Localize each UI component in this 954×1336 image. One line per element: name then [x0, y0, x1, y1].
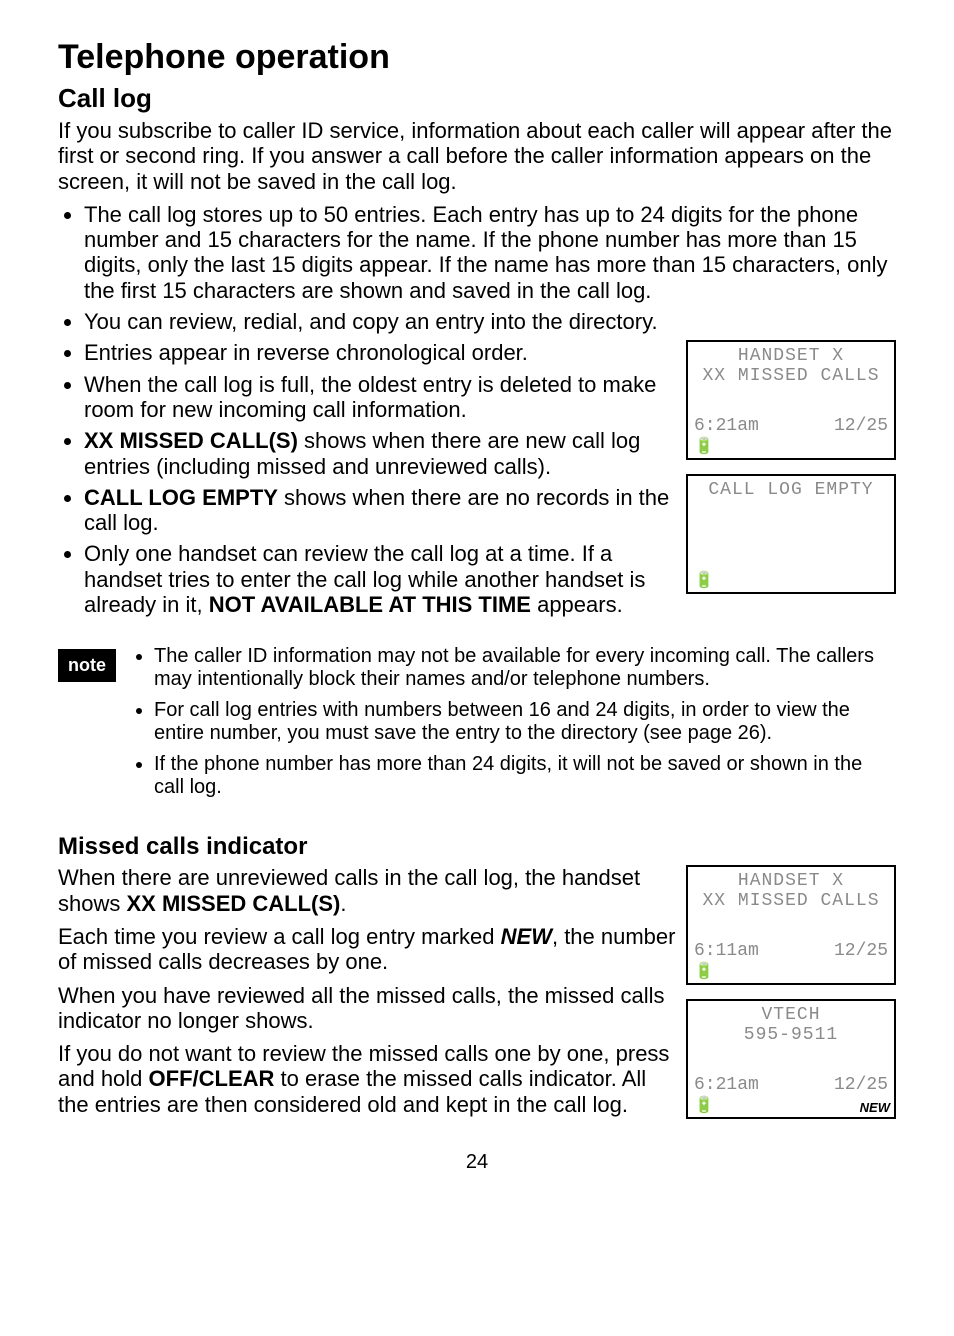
bullet-text: appears. — [531, 592, 623, 617]
bullet-list-top: The call log stores up to 50 entries. Ea… — [58, 202, 896, 334]
bullet-item: XX MISSED CALL(S) shows when there are n… — [84, 428, 676, 479]
lcd-line: HANDSET X — [694, 346, 888, 366]
lcd-line: 595-9511 — [694, 1025, 888, 1045]
bullet-item: Entries appear in reverse chronological … — [84, 340, 676, 365]
note-item: For call log entries with numbers betwee… — [154, 699, 896, 745]
bold-label: NOT AVAILABLE AT THIS TIME — [209, 592, 531, 617]
lcd-date: 12/25 — [834, 941, 888, 961]
text: . — [340, 891, 346, 916]
mc-paragraph: Each time you review a call log entry ma… — [58, 924, 676, 975]
lcd-screen-vtech: VTECH 595-9511 6:21am 12/25 🔋 NEW — [686, 999, 896, 1119]
bullet-item: When the call log is full, the oldest en… — [84, 372, 676, 423]
lcd-line: XX MISSED CALLS — [694, 891, 888, 911]
note-badge: note — [58, 649, 116, 682]
bold-label: XX MISSED CALL(S) — [84, 428, 298, 453]
lcd-time: 6:11am — [694, 941, 759, 961]
bullet-list-mid: Entries appear in reverse chronological … — [58, 340, 676, 617]
mc-paragraph: When you have reviewed all the missed ca… — [58, 983, 676, 1034]
bold-italic-label: NEW — [501, 924, 552, 949]
lcd-screen-missed: HANDSET X XX MISSED CALLS 6:21am 12/25 🔋 — [686, 340, 896, 460]
bold-label: XX MISSED CALL(S) — [126, 891, 340, 916]
lcd-time: 6:21am — [694, 416, 759, 436]
lcd-line: HANDSET X — [694, 871, 888, 891]
bold-label: CALL LOG EMPTY — [84, 485, 278, 510]
lcd-line: CALL LOG EMPTY — [694, 480, 888, 500]
page-heading: Telephone operation — [58, 38, 896, 77]
bold-label: OFF/ — [149, 1066, 199, 1091]
battery-icon: 🔋 — [694, 961, 714, 981]
battery-icon: 🔋 — [694, 436, 714, 456]
note-item: If the phone number has more than 24 dig… — [154, 753, 896, 799]
subsection-missed-calls: Missed calls indicator — [58, 833, 896, 861]
lcd-screen-missed-2: HANDSET X XX MISSED CALLS 6:11am 12/25 🔋 — [686, 865, 896, 985]
bullet-item: Only one handset can review the call log… — [84, 541, 676, 617]
text: Each time you review a call log entry ma… — [58, 924, 501, 949]
bullet-item: CALL LOG EMPTY shows when there are no r… — [84, 485, 676, 536]
lcd-date: 12/25 — [834, 416, 888, 436]
battery-icon: 🔋 — [694, 570, 714, 590]
bullet-item: The call log stores up to 50 entries. Ea… — [84, 202, 896, 303]
note-item: The caller ID information may not be ava… — [154, 645, 896, 691]
lcd-date: 12/25 — [834, 1075, 888, 1095]
new-indicator: NEW — [860, 1100, 890, 1115]
bullet-item: You can review, redial, and copy an entr… — [84, 309, 896, 334]
note-list: The caller ID information may not be ava… — [132, 645, 896, 807]
page-number: 24 — [58, 1151, 896, 1174]
lcd-line: XX MISSED CALLS — [694, 366, 888, 386]
mc-paragraph: When there are unreviewed calls in the c… — [58, 865, 676, 916]
lcd-screen-empty: CALL LOG EMPTY 🔋 — [686, 474, 896, 594]
subsection-call-log: Call log — [58, 83, 896, 114]
battery-icon: 🔋 — [694, 1095, 714, 1115]
intro-paragraph: If you subscribe to caller ID service, i… — [58, 118, 896, 194]
mc-paragraph: If you do not want to review the missed … — [58, 1041, 676, 1117]
lcd-time: 6:21am — [694, 1075, 759, 1095]
lcd-line: VTECH — [694, 1005, 888, 1025]
smallcaps-label: CLEAR — [199, 1066, 275, 1091]
